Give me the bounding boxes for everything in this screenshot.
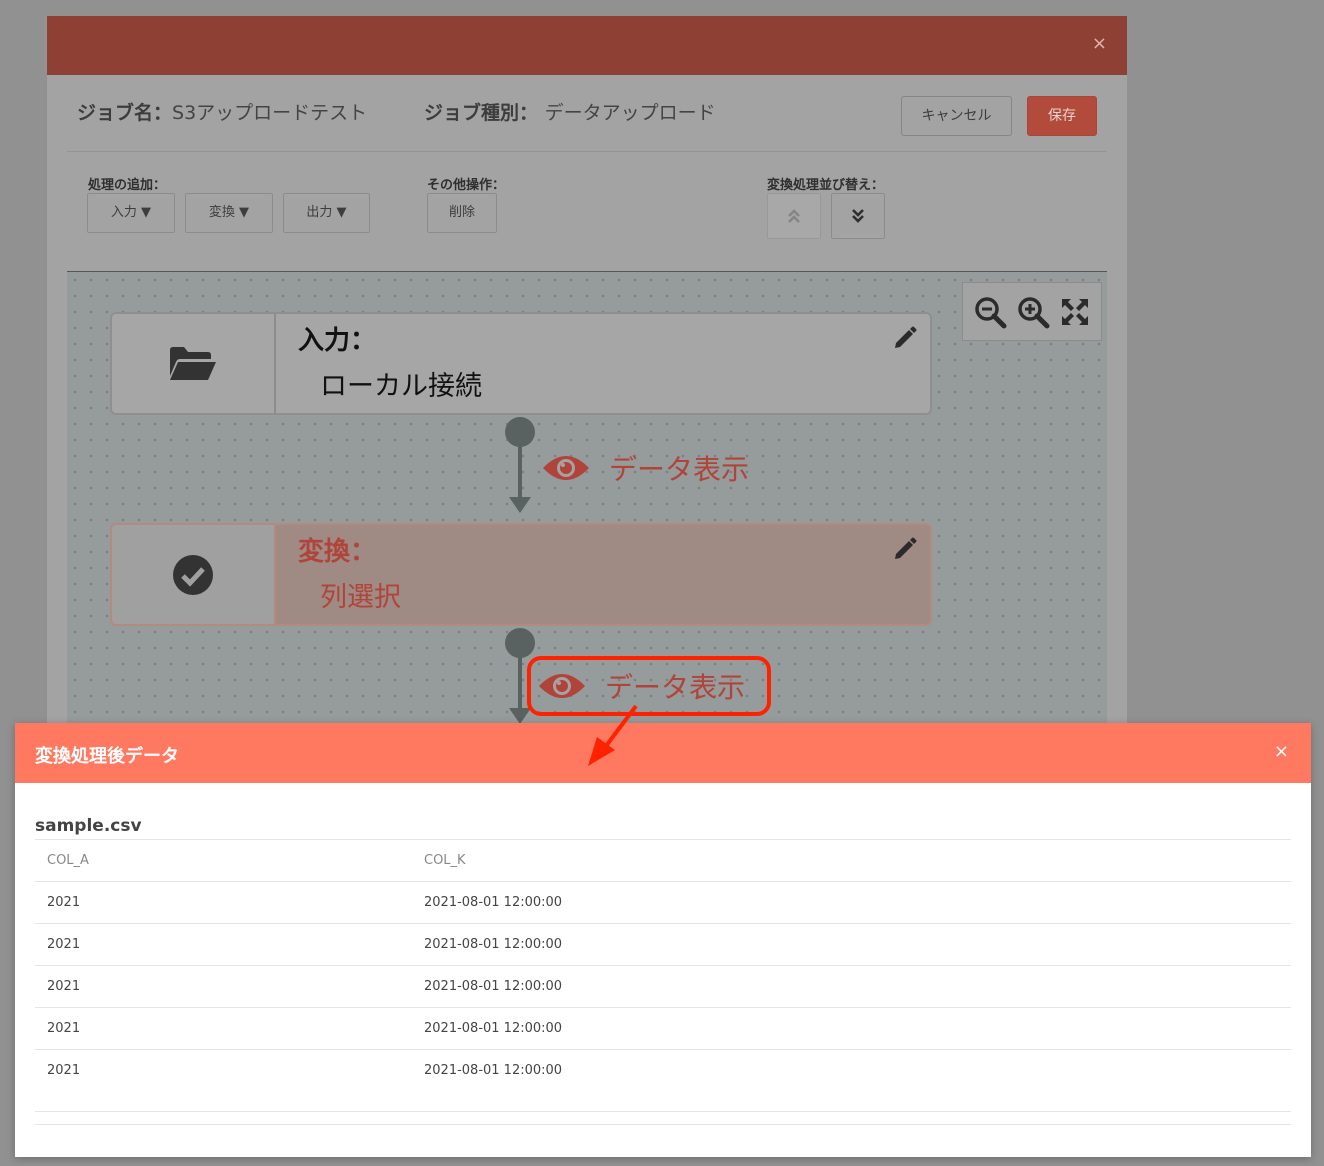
folder-open-icon [170,346,216,380]
table-footer-line [35,1111,1291,1112]
node-kind: 入力： [298,326,377,356]
table-cell: 2021 [35,1049,412,1092]
job-name-value: S3アップロードテスト [172,102,368,124]
divider [67,151,1107,152]
table-cell: 2021-08-01 12:00:00 [412,923,1291,966]
job-modal-close-button[interactable]: × [1092,34,1107,54]
data-view-label: データ表示 [605,671,746,704]
add-transform-button[interactable]: 変換 ▼ [185,193,273,233]
check-circle-icon [173,554,213,595]
table-cell: 2021-08-01 12:00:00 [412,1007,1291,1050]
table-row: 2021 2021-08-01 12:00:00 [35,1007,1291,1050]
node-icon-area [112,525,276,624]
column-header: COL_A [35,839,412,882]
data-preview-modal: 変換処理後データ × sample.csv COL_A COL_K 2021 2… [15,723,1311,1157]
data-modal-header: 変換処理後データ × [15,723,1311,783]
add-input-button[interactable]: 入力 ▼ [87,193,175,233]
node-name: 列選択 [320,582,401,613]
eye-icon [539,674,585,698]
node-name: ローカル接続 [320,371,482,402]
move-down-button[interactable] [831,193,885,239]
eye-icon [543,456,589,480]
pencil-icon[interactable] [892,324,918,350]
data-view-label: データ表示 [609,453,750,486]
connector-arrowhead [509,708,531,724]
delete-button[interactable]: 削除 [427,193,497,233]
job-type-value: データアップロード [544,102,716,124]
table-row: 2021 2021-08-01 12:00:00 [35,1049,1291,1092]
other-ops-label: その他操作： [427,178,506,193]
table-cell: 2021-08-01 12:00:00 [412,881,1291,924]
connector-line [518,656,522,714]
connector-dot[interactable] [505,628,535,658]
zoom-out-icon[interactable] [973,295,1007,329]
zoom-in-icon[interactable] [1016,295,1050,329]
data-modal-close-button[interactable]: × [1274,741,1289,762]
table-cell: 2021 [35,923,412,966]
table-cell: 2021-08-01 12:00:00 [412,1049,1291,1092]
file-name: sample.csv [35,816,142,836]
table-cell: 2021 [35,881,412,924]
double-chevron-down-icon [852,209,864,223]
table-cell: 2021-08-01 12:00:00 [412,965,1291,1008]
data-modal-title: 変換処理後データ [35,746,179,767]
job-name-label: ジョブ名： [77,102,173,124]
table-row: 2021 2021-08-01 12:00:00 [35,965,1291,1008]
pencil-icon[interactable] [892,535,918,561]
data-view-link[interactable]: データ表示 [535,445,749,491]
job-type: ジョブ種別： データアップロード [424,98,716,125]
table-header-row: COL_A COL_K [35,839,1291,882]
job-name: ジョブ名：S3アップロードテスト [77,98,367,125]
connector-line [518,445,522,503]
job-editor-modal: × ジョブ名：S3アップロードテスト ジョブ種別： データアップロード キャンセ… [47,16,1127,736]
connector-arrowhead [509,497,531,513]
table-footer-line [35,1124,1291,1125]
job-type-label: ジョブ種別： [424,102,539,124]
table-row: 2021 2021-08-01 12:00:00 [35,923,1291,966]
table-row: 2021 2021-08-01 12:00:00 [35,881,1291,924]
fit-screen-icon[interactable] [1059,296,1091,328]
node-icon-area [112,314,276,413]
column-header: COL_K [412,839,1291,882]
node-kind: 変換： [298,537,377,567]
move-up-button[interactable] [767,193,821,239]
double-chevron-up-icon [788,209,800,223]
table-cell: 2021 [35,965,412,1008]
table-cell: 2021 [35,1007,412,1050]
cancel-button[interactable]: キャンセル [901,96,1012,136]
connector-dot[interactable] [505,417,535,447]
reorder-label: 変換処理並び替え： [767,178,885,193]
job-modal-header: × [47,16,1127,75]
flow-canvas[interactable]: 入力： ローカル接続 データ表示 変換： 列選択 データ表示 [67,271,1107,736]
add-output-button[interactable]: 出力 ▼ [283,193,370,233]
flow-node-transform[interactable]: 変換： 列選択 [110,523,932,626]
zoom-controls [962,282,1102,341]
data-table: COL_A COL_K 2021 2021-08-01 12:00:00 202… [35,839,1291,1092]
save-button[interactable]: 保存 [1027,96,1097,136]
add-process-label: 処理の追加： [88,178,167,193]
data-view-link-highlighted[interactable]: データ表示 [527,656,771,716]
flow-node-input[interactable]: 入力： ローカル接続 [110,312,932,415]
